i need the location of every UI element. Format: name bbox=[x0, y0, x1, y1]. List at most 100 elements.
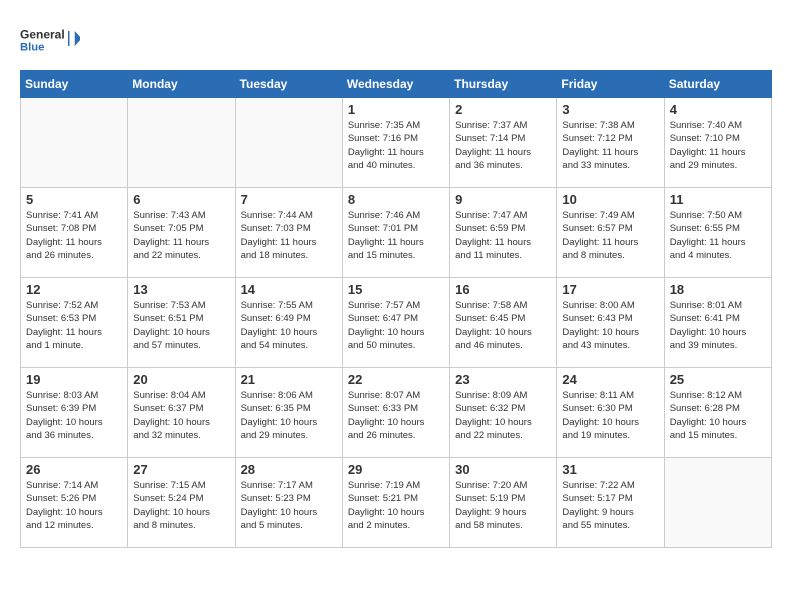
calendar-day-cell bbox=[21, 98, 128, 188]
svg-text:Blue: Blue bbox=[20, 42, 44, 54]
calendar-day-cell: 13 Sunrise: 7:53 AM Sunset: 6:51 PM Dayli… bbox=[128, 278, 235, 368]
day-number: 5 bbox=[26, 192, 122, 207]
day-number: 3 bbox=[562, 102, 658, 117]
calendar-day-cell: 21Sunrise: 8:06 AM Sunset: 6:35 PM Dayli… bbox=[235, 368, 342, 458]
day-number: 20 bbox=[133, 372, 229, 387]
calendar-header-thursday: Thursday bbox=[450, 71, 557, 98]
day-info: Sunrise: 7:43 AM Sunset: 7:05 PM Dayligh… bbox=[133, 209, 229, 262]
calendar-day-cell: 14 Sunrise: 7:55 AM Sunset: 6:49 PM Dayli… bbox=[235, 278, 342, 368]
calendar-day-cell: 26 Sunrise: 7:14 AM Sunset: 5:26 PM Dayli… bbox=[21, 458, 128, 548]
day-info: Sunrise: 8:00 AM Sunset: 6:43 PM Dayligh… bbox=[562, 299, 658, 352]
calendar-day-cell: 4Sunrise: 7:40 AM Sunset: 7:10 PM Daylig… bbox=[664, 98, 771, 188]
day-number: 2 bbox=[455, 102, 551, 117]
logo-svg: General Blue bbox=[20, 20, 80, 60]
day-number: 7 bbox=[241, 192, 337, 207]
day-info: Sunrise: 7:17 AM Sunset: 5:23 PM Dayligh… bbox=[241, 479, 337, 532]
calendar-day-cell: 15Sunrise: 7:57 AM Sunset: 6:47 PM Dayli… bbox=[342, 278, 449, 368]
calendar-day-cell: 20 Sunrise: 8:04 AM Sunset: 6:37 PM Dayli… bbox=[128, 368, 235, 458]
day-number: 21 bbox=[241, 372, 337, 387]
calendar-header-wednesday: Wednesday bbox=[342, 71, 449, 98]
day-number: 12 bbox=[26, 282, 122, 297]
day-number: 19 bbox=[26, 372, 122, 387]
calendar-header-tuesday: Tuesday bbox=[235, 71, 342, 98]
day-number: 25 bbox=[670, 372, 766, 387]
calendar-day-cell: 3 Sunrise: 7:38 AM Sunset: 7:12 PM Daylig… bbox=[557, 98, 664, 188]
calendar-week-row: 19 Sunrise: 8:03 AM Sunset: 6:39 PM Dayli… bbox=[21, 368, 772, 458]
day-info: Sunrise: 8:01 AM Sunset: 6:41 PM Dayligh… bbox=[670, 299, 766, 352]
day-info: Sunrise: 8:03 AM Sunset: 6:39 PM Dayligh… bbox=[26, 389, 122, 442]
calendar-week-row: 5 Sunrise: 7:41 AM Sunset: 7:08 PM Daylig… bbox=[21, 188, 772, 278]
day-info: Sunrise: 8:11 AM Sunset: 6:30 PM Dayligh… bbox=[562, 389, 658, 442]
day-number: 23 bbox=[455, 372, 551, 387]
day-info: Sunrise: 7:47 AM Sunset: 6:59 PM Dayligh… bbox=[455, 209, 551, 262]
day-info: Sunrise: 8:12 AM Sunset: 6:28 PM Dayligh… bbox=[670, 389, 766, 442]
day-number: 31 bbox=[562, 462, 658, 477]
calendar-day-cell: 30 Sunrise: 7:20 AM Sunset: 5:19 PM Dayli… bbox=[450, 458, 557, 548]
calendar-day-cell: 6 Sunrise: 7:43 AM Sunset: 7:05 PM Daylig… bbox=[128, 188, 235, 278]
day-number: 28 bbox=[241, 462, 337, 477]
calendar-week-row: 1 Sunrise: 7:35 AM Sunset: 7:16 PM Daylig… bbox=[21, 98, 772, 188]
calendar-day-cell: 22 Sunrise: 8:07 AM Sunset: 6:33 PM Dayli… bbox=[342, 368, 449, 458]
calendar-day-cell bbox=[128, 98, 235, 188]
day-info: Sunrise: 7:15 AM Sunset: 5:24 PM Dayligh… bbox=[133, 479, 229, 532]
day-number: 13 bbox=[133, 282, 229, 297]
calendar-day-cell: 8Sunrise: 7:46 AM Sunset: 7:01 PM Daylig… bbox=[342, 188, 449, 278]
calendar-day-cell: 23 Sunrise: 8:09 AM Sunset: 6:32 PM Dayli… bbox=[450, 368, 557, 458]
day-number: 29 bbox=[348, 462, 444, 477]
day-info: Sunrise: 7:14 AM Sunset: 5:26 PM Dayligh… bbox=[26, 479, 122, 532]
calendar-day-cell: 7 Sunrise: 7:44 AM Sunset: 7:03 PM Daylig… bbox=[235, 188, 342, 278]
logo: General Blue bbox=[20, 20, 80, 60]
calendar-header-saturday: Saturday bbox=[664, 71, 771, 98]
day-info: Sunrise: 7:19 AM Sunset: 5:21 PM Dayligh… bbox=[348, 479, 444, 532]
calendar-day-cell: 9 Sunrise: 7:47 AM Sunset: 6:59 PM Daylig… bbox=[450, 188, 557, 278]
day-number: 26 bbox=[26, 462, 122, 477]
calendar-day-cell bbox=[664, 458, 771, 548]
day-number: 9 bbox=[455, 192, 551, 207]
day-number: 30 bbox=[455, 462, 551, 477]
day-number: 6 bbox=[133, 192, 229, 207]
day-info: Sunrise: 7:41 AM Sunset: 7:08 PM Dayligh… bbox=[26, 209, 122, 262]
day-info: Sunrise: 8:04 AM Sunset: 6:37 PM Dayligh… bbox=[133, 389, 229, 442]
calendar-header-monday: Monday bbox=[128, 71, 235, 98]
calendar-header-sunday: Sunday bbox=[21, 71, 128, 98]
calendar-day-cell: 5 Sunrise: 7:41 AM Sunset: 7:08 PM Daylig… bbox=[21, 188, 128, 278]
calendar-day-cell bbox=[235, 98, 342, 188]
calendar-day-cell: 2 Sunrise: 7:37 AM Sunset: 7:14 PM Daylig… bbox=[450, 98, 557, 188]
day-info: Sunrise: 7:20 AM Sunset: 5:19 PM Dayligh… bbox=[455, 479, 551, 532]
day-info: Sunrise: 7:37 AM Sunset: 7:14 PM Dayligh… bbox=[455, 119, 551, 172]
calendar-header-row: SundayMondayTuesdayWednesdayThursdayFrid… bbox=[21, 71, 772, 98]
day-info: Sunrise: 7:22 AM Sunset: 5:17 PM Dayligh… bbox=[562, 479, 658, 532]
day-info: Sunrise: 7:57 AM Sunset: 6:47 PM Dayligh… bbox=[348, 299, 444, 352]
day-info: Sunrise: 8:09 AM Sunset: 6:32 PM Dayligh… bbox=[455, 389, 551, 442]
calendar-day-cell: 12 Sunrise: 7:52 AM Sunset: 6:53 PM Dayli… bbox=[21, 278, 128, 368]
calendar-day-cell: 31 Sunrise: 7:22 AM Sunset: 5:17 PM Dayli… bbox=[557, 458, 664, 548]
calendar-day-cell: 19 Sunrise: 8:03 AM Sunset: 6:39 PM Dayli… bbox=[21, 368, 128, 458]
calendar-header-friday: Friday bbox=[557, 71, 664, 98]
day-number: 18 bbox=[670, 282, 766, 297]
calendar-week-row: 12 Sunrise: 7:52 AM Sunset: 6:53 PM Dayli… bbox=[21, 278, 772, 368]
calendar-day-cell: 17 Sunrise: 8:00 AM Sunset: 6:43 PM Dayli… bbox=[557, 278, 664, 368]
calendar-day-cell: 10Sunrise: 7:49 AM Sunset: 6:57 PM Dayli… bbox=[557, 188, 664, 278]
day-info: Sunrise: 7:55 AM Sunset: 6:49 PM Dayligh… bbox=[241, 299, 337, 352]
day-number: 1 bbox=[348, 102, 444, 117]
day-number: 22 bbox=[348, 372, 444, 387]
page-header: General Blue bbox=[20, 20, 772, 60]
calendar-day-cell: 16Sunrise: 7:58 AM Sunset: 6:45 PM Dayli… bbox=[450, 278, 557, 368]
day-number: 24 bbox=[562, 372, 658, 387]
day-info: Sunrise: 7:52 AM Sunset: 6:53 PM Dayligh… bbox=[26, 299, 122, 352]
day-info: Sunrise: 8:07 AM Sunset: 6:33 PM Dayligh… bbox=[348, 389, 444, 442]
day-info: Sunrise: 7:58 AM Sunset: 6:45 PM Dayligh… bbox=[455, 299, 551, 352]
day-info: Sunrise: 7:38 AM Sunset: 7:12 PM Dayligh… bbox=[562, 119, 658, 172]
calendar-day-cell: 29 Sunrise: 7:19 AM Sunset: 5:21 PM Dayli… bbox=[342, 458, 449, 548]
day-info: Sunrise: 7:35 AM Sunset: 7:16 PM Dayligh… bbox=[348, 119, 444, 172]
calendar-day-cell: 27 Sunrise: 7:15 AM Sunset: 5:24 PM Dayli… bbox=[128, 458, 235, 548]
calendar-day-cell: 28 Sunrise: 7:17 AM Sunset: 5:23 PM Dayli… bbox=[235, 458, 342, 548]
calendar-day-cell: 25 Sunrise: 8:12 AM Sunset: 6:28 PM Dayli… bbox=[664, 368, 771, 458]
calendar-day-cell: 1 Sunrise: 7:35 AM Sunset: 7:16 PM Daylig… bbox=[342, 98, 449, 188]
day-number: 17 bbox=[562, 282, 658, 297]
day-number: 14 bbox=[241, 282, 337, 297]
day-info: Sunrise: 7:44 AM Sunset: 7:03 PM Dayligh… bbox=[241, 209, 337, 262]
day-number: 27 bbox=[133, 462, 229, 477]
day-number: 11 bbox=[670, 192, 766, 207]
day-info: Sunrise: 7:53 AM Sunset: 6:51 PM Dayligh… bbox=[133, 299, 229, 352]
